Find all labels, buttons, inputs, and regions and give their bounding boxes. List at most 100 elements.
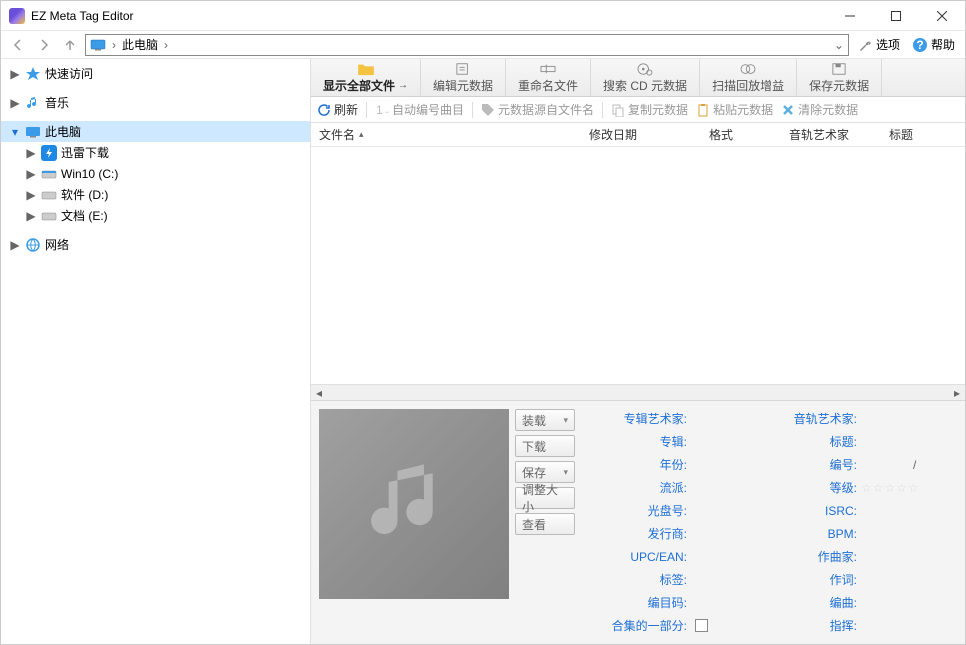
tree-item[interactable]: ▶ Win10 (C:) (1, 163, 310, 184)
rating-stars[interactable]: ☆☆☆☆☆ (861, 481, 920, 495)
help-label: 帮助 (931, 36, 955, 53)
tb-label: 扫描回放增益 (712, 77, 784, 94)
expand-icon[interactable]: ▶ (25, 168, 37, 180)
meta-bpm-label: BPM: (731, 527, 861, 541)
art-view-button[interactable]: 查看 (515, 513, 575, 535)
thunder-icon (41, 145, 57, 161)
art-save-button[interactable]: 保存▾ (515, 461, 575, 483)
address-dropdown-icon[interactable]: ⌄ (834, 38, 844, 52)
tree-network[interactable]: ▶ 网络 (1, 234, 310, 255)
forward-button[interactable] (33, 34, 55, 56)
meta-url-label: URL: (928, 527, 957, 541)
scroll-left-icon[interactable]: ◂ (311, 385, 327, 401)
expand-icon[interactable]: ▶ (25, 210, 37, 222)
cd-search-icon (636, 62, 654, 76)
meta-title-label: 标题: (731, 433, 861, 450)
art-btn-label: 保存 (522, 464, 546, 481)
clear-meta-button[interactable]: 清除元数据 (781, 101, 858, 118)
art-resize-button[interactable]: 调整大小 (515, 487, 575, 509)
meta-conductor-label: 指挥: (731, 617, 861, 634)
minimize-button[interactable] (827, 1, 873, 31)
tree-item[interactable]: ▶ 迅雷下载 (1, 142, 310, 163)
maximize-button[interactable] (873, 1, 919, 31)
dropdown-icon: ▾ (563, 415, 568, 426)
col-track-artist[interactable]: 音轨艺术家 (781, 123, 881, 146)
paste-icon (696, 103, 710, 117)
file-list-header: 文件名▴ 修改日期 格式 音轨艺术家 标题 (311, 123, 965, 147)
address-bar: › 此电脑 › ⌄ 选项 ? 帮助 (1, 31, 965, 59)
tb-rename-file[interactable]: 重命名文件 (506, 59, 591, 96)
meta-engineer-label: 工程师: (928, 433, 957, 450)
art-load-button[interactable]: 装载▾ (515, 409, 575, 431)
refresh-button[interactable]: 刷新 (317, 101, 358, 118)
help-button[interactable]: ? 帮助 (908, 34, 959, 56)
network-icon (25, 237, 41, 253)
art-download-button[interactable]: 下载 (515, 435, 575, 457)
meta-lyricist-label: 作词: (731, 571, 861, 588)
meta-from-filename-button[interactable]: 元数据源自文件名 (481, 101, 594, 118)
copy-icon (611, 103, 625, 117)
options-button[interactable]: 选项 (853, 34, 904, 56)
music-icon (25, 95, 41, 111)
folder-tree[interactable]: ▶ 快速访问 ▶ 音乐 ▾ 此电脑 ▶ 迅雷下载 ▶ Win10 (C:) ▶ (1, 59, 311, 644)
tree-item[interactable]: ▶ 文档 (E:) (1, 205, 310, 226)
tree-item[interactable]: ▶ 软件 (D:) (1, 184, 310, 205)
horizontal-scrollbar[interactable]: ◂ ▸ (311, 384, 965, 400)
album-art[interactable] (319, 409, 509, 599)
meta-album-label: 专辑: (581, 433, 691, 450)
meta-arranger-label: 编曲: (731, 594, 861, 611)
tree-quick-access[interactable]: ▶ 快速访问 (1, 63, 310, 84)
refresh-icon (317, 103, 331, 117)
expand-icon[interactable]: ▶ (25, 189, 37, 201)
meta-album-artist-label: 专辑艺术家: (581, 410, 691, 427)
tb-save-metadata[interactable]: 保存元数据 (797, 59, 882, 96)
rename-icon (539, 62, 557, 76)
collapse-icon[interactable]: ▾ (9, 126, 21, 138)
scroll-right-icon[interactable]: ▸ (949, 385, 965, 401)
tag-icon (481, 103, 495, 117)
copy-meta-button[interactable]: 复制元数据 (611, 101, 688, 118)
col-filename[interactable]: 文件名▴ (311, 123, 581, 146)
metadata-panel: 装载▾ 下载 保存▾ 调整大小 查看 专辑艺术家: 专辑: 年份: 流派: 光盘… (311, 400, 965, 644)
meta-isrc-label: ISRC: (731, 504, 861, 518)
up-button[interactable] (59, 34, 81, 56)
breadcrumb-sep-icon: › (162, 38, 170, 52)
tree-this-pc[interactable]: ▾ 此电脑 (1, 121, 310, 142)
computer-icon (90, 39, 106, 51)
tb-scan-replaygain[interactable]: 扫描回放增益 (700, 59, 797, 96)
col-format[interactable]: 格式 (701, 123, 781, 146)
breadcrumb-location[interactable]: 此电脑 (122, 36, 158, 53)
part-of-set-checkbox[interactable] (695, 619, 708, 632)
expand-icon[interactable]: ▶ (9, 97, 21, 109)
copy-meta-label: 复制元数据 (628, 101, 688, 118)
breadcrumb-sep-icon: › (110, 38, 118, 52)
col-title[interactable]: 标题 (881, 123, 965, 146)
tree-item-label: 快速访问 (45, 65, 93, 82)
auto-number-label: 自动编号曲目 (392, 101, 464, 118)
meta-language-label: Language (928, 481, 957, 495)
paste-meta-button[interactable]: 粘贴元数据 (696, 101, 773, 118)
secondary-toolbar: 刷新 1→9 自动编号曲目 元数据源自文件名 复制元数据 粘贴元数据 (311, 97, 965, 123)
close-button[interactable] (919, 1, 965, 31)
back-button[interactable] (7, 34, 29, 56)
app-logo-icon (9, 8, 25, 24)
meta-mixer-label: 混音: (928, 410, 957, 427)
meta-tags-label: 标签: (581, 571, 691, 588)
expand-icon[interactable]: ▶ (9, 239, 21, 251)
metadata-grid: 专辑艺术家: 专辑: 年份: 流派: 光盘号: 发行商: UPC/EAN: 标签… (581, 409, 957, 636)
tb-edit-metadata[interactable]: 编辑元数据 (421, 59, 506, 96)
col-modified[interactable]: 修改日期 (581, 123, 701, 146)
tree-music[interactable]: ▶ 音乐 (1, 92, 310, 113)
expand-icon[interactable]: ▶ (9, 68, 21, 80)
col-label: 文件名 (319, 126, 355, 143)
expand-icon[interactable]: ▶ (25, 147, 37, 159)
tb-show-all-files[interactable]: 显示全部文件→ (311, 59, 421, 96)
slash-sep: / (901, 458, 928, 472)
file-list-body[interactable] (311, 147, 965, 384)
tb-search-cd[interactable]: 搜索 CD 元数据 (591, 59, 700, 96)
col-label: 音轨艺术家 (789, 126, 849, 143)
meta-partset-label: 合集的一部分: (581, 617, 691, 634)
auto-number-button[interactable]: 1→9 自动编号曲目 (375, 101, 464, 118)
address-field[interactable]: › 此电脑 › ⌄ (85, 34, 849, 56)
meta-upc-label: UPC/EAN: (581, 550, 691, 564)
